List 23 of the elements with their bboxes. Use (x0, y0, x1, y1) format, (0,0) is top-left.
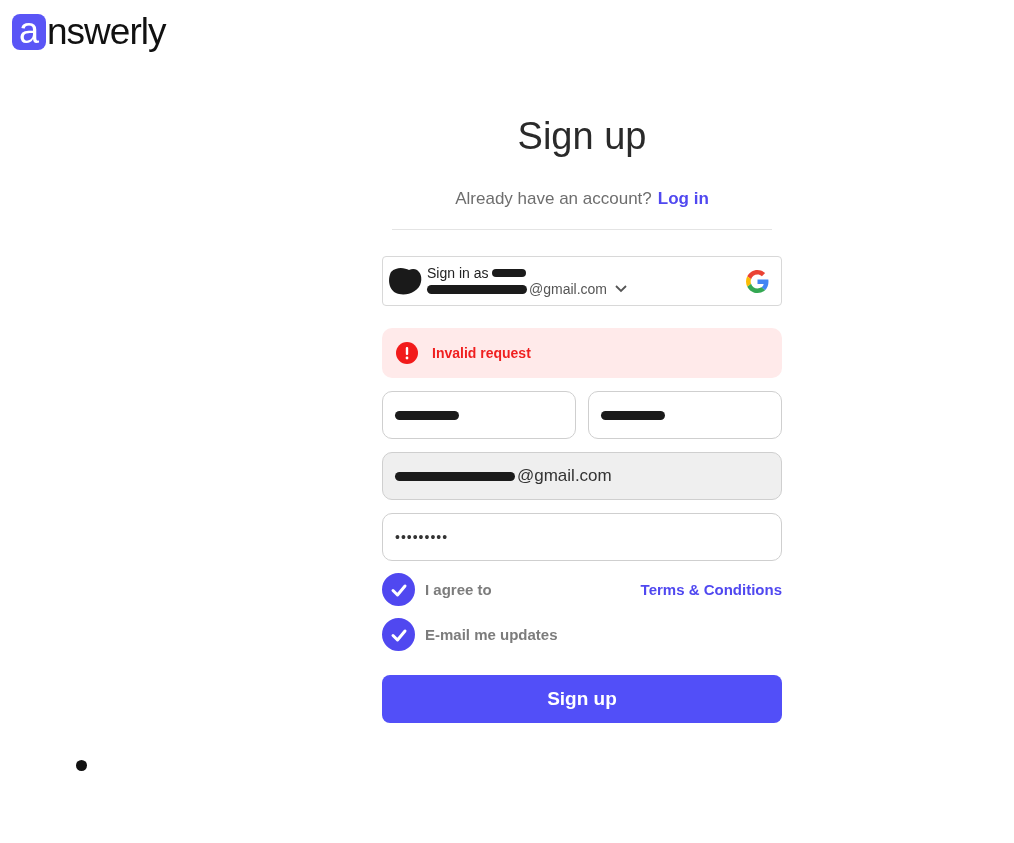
login-prompt: Already have an account? (455, 189, 652, 209)
password-field[interactable]: ••••••••• (382, 513, 782, 561)
google-account-button[interactable]: Sign in as @gmail.com (382, 256, 782, 306)
checkbox[interactable] (382, 573, 415, 606)
alert-message: Invalid request (432, 345, 531, 361)
logo-text: nswerly (47, 14, 166, 50)
checkbox[interactable] (382, 618, 415, 651)
chevron-down-icon (615, 285, 627, 293)
page-title: Sign up (516, 114, 648, 159)
login-link[interactable]: Log in (657, 189, 709, 209)
checkbox-label: I agree to (425, 581, 492, 598)
logo-badge: a (12, 14, 46, 50)
google-logo-icon (746, 269, 769, 293)
error-icon (396, 342, 418, 364)
terms-link[interactable]: Terms & Conditions (640, 581, 782, 598)
redaction-mark (492, 269, 527, 277)
name-field[interactable] (588, 391, 782, 439)
checkbox-label: E-mail me updates (425, 626, 558, 643)
cursor-dot (76, 760, 87, 771)
sign-up-button[interactable]: Sign up (382, 675, 782, 723)
account-email: @gmail.com (529, 281, 607, 297)
account-title: Sign in as (427, 265, 489, 281)
name-field[interactable] (382, 391, 576, 439)
